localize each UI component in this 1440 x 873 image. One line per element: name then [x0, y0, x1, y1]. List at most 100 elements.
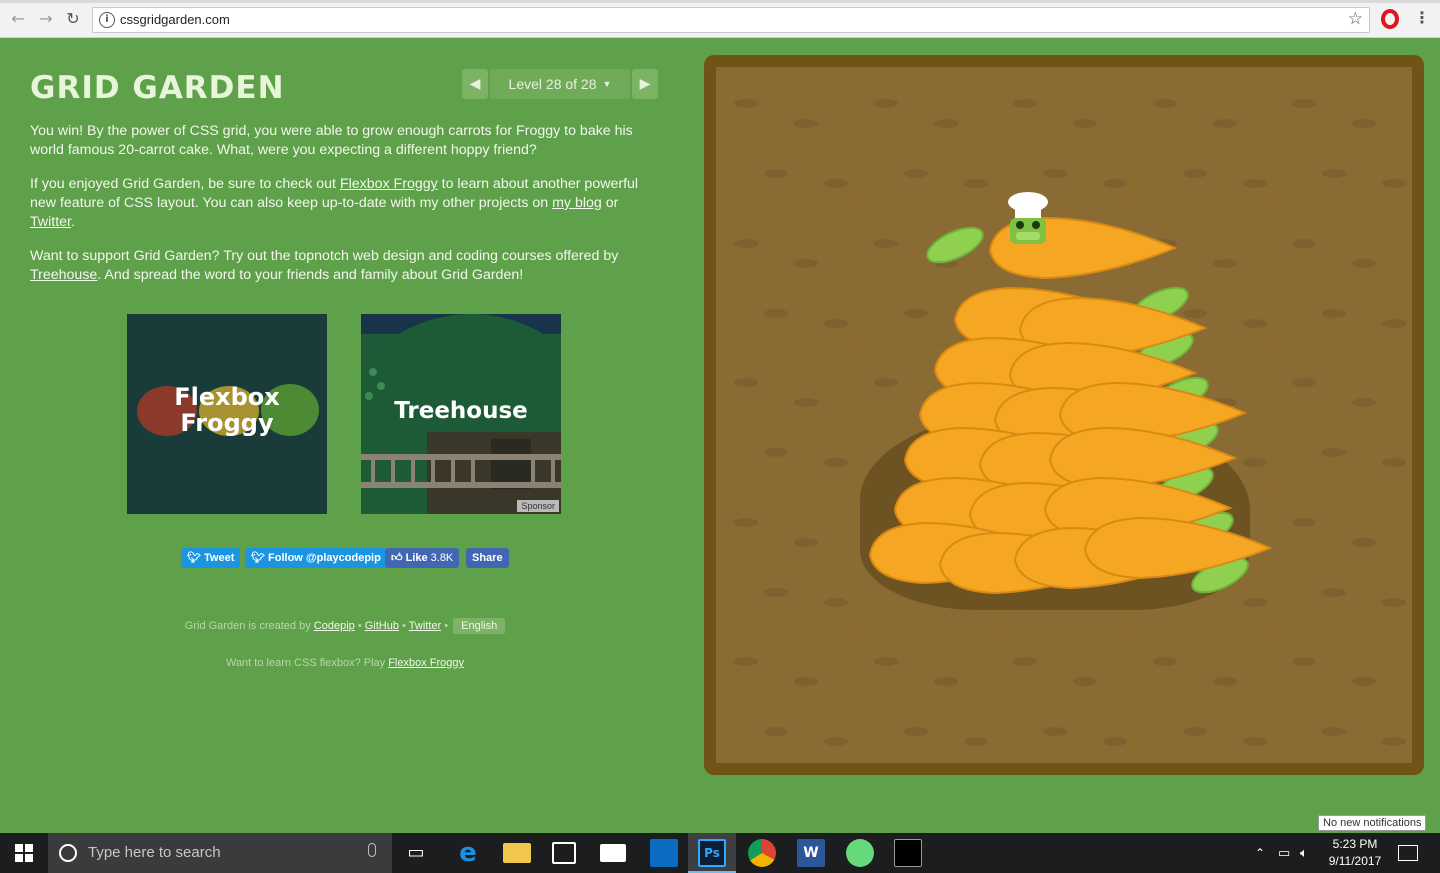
my-blog-link[interactable]: my blog	[552, 195, 602, 211]
flexbox-footer-text: Want to learn CSS flexbox? Play	[225, 657, 389, 669]
search-placeholder: Type here to search	[88, 844, 221, 861]
flexbox-froggy-promo[interactable]: Flexbox Froggy	[127, 314, 327, 514]
word-icon[interactable]: W	[797, 839, 825, 867]
twitter-bird-icon: 🐦︎	[187, 552, 205, 564]
promo-text-or: or	[601, 195, 619, 211]
level-navigation: ◀ Level 28 of 28 ▼ ▶	[462, 69, 658, 99]
separator: •	[441, 620, 452, 632]
garden-cell	[1274, 346, 1412, 484]
garden-cell	[855, 67, 994, 205]
edge-icon[interactable]: e	[454, 839, 482, 867]
taskbar-clock[interactable]: 5:23 PM 9/11/2017	[1320, 836, 1390, 870]
twitter-bird-icon: 🐦︎	[251, 552, 269, 564]
tab-strip	[0, 0, 1440, 3]
sponsor-badge: Sponsor	[517, 500, 559, 512]
language-selector[interactable]: English	[453, 618, 506, 634]
page-title: GRID GARDEN	[30, 70, 285, 106]
previous-level-button[interactable]: ◀	[462, 69, 488, 99]
atom-icon[interactable]	[846, 839, 874, 867]
treehouse-promo-title: Treehouse	[394, 398, 528, 424]
flexbox-footer: Want to learn CSS flexbox? Play Flexbox …	[30, 657, 660, 669]
github-link[interactable]: GitHub	[365, 620, 399, 632]
garden-cell	[855, 625, 994, 763]
support-paragraph: Want to support Grid Garden? Try out the…	[30, 247, 660, 285]
chrome-icon[interactable]	[748, 839, 776, 867]
win-message: You win! By the power of CSS grid, you w…	[30, 123, 633, 158]
volume-icon[interactable]: 🔈︎	[1300, 833, 1318, 873]
garden-cell	[716, 625, 854, 763]
garden-cell	[1274, 206, 1412, 345]
promo-text-end: .	[71, 214, 75, 230]
info-icon[interactable]: i	[99, 12, 115, 28]
codepip-link[interactable]: Codepip	[314, 620, 355, 632]
clock-time: 5:23 PM	[1332, 837, 1378, 851]
garden-cell	[1274, 485, 1412, 624]
mail-icon[interactable]	[600, 844, 626, 862]
support-text-1: Want to support Grid Garden? Try out the…	[30, 248, 619, 264]
level-selector[interactable]: Level 28 of 28 ▼	[490, 69, 630, 99]
tweet-button[interactable]: 🐦︎ Tweet	[181, 548, 241, 568]
like-count: 3.8K	[430, 552, 454, 564]
garden-cell	[995, 625, 1133, 763]
follow-button[interactable]: 🐦︎ Follow @playcodepip	[245, 548, 387, 568]
file-explorer-icon[interactable]	[503, 843, 531, 863]
terminal-icon[interactable]	[894, 839, 922, 867]
like-label: Like	[405, 552, 428, 564]
carrot-pile-illustration	[868, 192, 1273, 595]
photoshop-icon[interactable]: Ps	[698, 839, 726, 867]
facebook-share-button[interactable]: Share	[466, 548, 509, 568]
task-view-icon[interactable]: ▭	[392, 833, 440, 873]
facebook-like-button[interactable]: 👍︎ Like 3.8K	[385, 548, 460, 568]
froggy-line-1: Flexbox	[174, 383, 280, 411]
opera-extension-icon[interactable]	[1381, 9, 1399, 29]
windows-taskbar: Type here to search ▭ e Ps W ⌃ ▭ 🔈︎ 5:23…	[0, 833, 1440, 873]
separator: •	[399, 620, 409, 632]
forward-button[interactable]: →	[36, 9, 56, 29]
garden-cell	[1134, 67, 1273, 205]
promo-text-1: If you enjoyed Grid Garden, be sure to c…	[30, 176, 340, 192]
treehouse-link[interactable]: Treehouse	[30, 267, 97, 283]
carrot-leaf	[926, 226, 984, 264]
back-button[interactable]: ←	[8, 9, 28, 29]
thumbs-up-icon: 👍︎	[391, 552, 406, 564]
store-icon[interactable]	[552, 842, 576, 864]
support-text-2: . And spread the word to your friends an…	[97, 267, 524, 283]
url-text[interactable]: cssgridgarden.com	[120, 12, 230, 27]
garden-cell	[1134, 625, 1273, 763]
caret-down-icon: ▼	[602, 79, 612, 89]
browser-toolbar: ← → ↻ i cssgridgarden.com ☆ ⋮	[0, 0, 1440, 38]
address-bar[interactable]: i cssgridgarden.com ☆	[92, 7, 1370, 33]
credits-text: Grid Garden is created by	[184, 620, 314, 632]
garden-cell	[716, 206, 854, 345]
footer-flexbox-froggy-link[interactable]: Flexbox Froggy	[388, 657, 464, 669]
microphone-icon[interactable]	[368, 843, 376, 857]
garden-cell	[1274, 625, 1412, 763]
reload-button[interactable]: ↻	[63, 9, 83, 29]
outlook-icon[interactable]	[650, 839, 678, 867]
flexbox-froggy-link[interactable]: Flexbox Froggy	[340, 176, 438, 192]
garden-cell	[716, 346, 854, 484]
froggy-line-2: Froggy	[180, 409, 274, 437]
action-center-icon[interactable]	[1398, 845, 1418, 861]
next-level-button[interactable]: ▶	[632, 69, 658, 99]
bookmark-star-icon[interactable]: ☆	[1348, 9, 1363, 29]
windows-start-icon[interactable]	[0, 833, 48, 873]
separator: •	[354, 620, 365, 632]
footer-twitter-link[interactable]: Twitter	[409, 620, 441, 632]
credits-footer: Grid Garden is created by Codepip • GitH…	[30, 618, 660, 634]
network-icon[interactable]: ▭	[1278, 833, 1296, 873]
follow-label: Follow @playcodepip	[268, 552, 381, 564]
froggy-promo-title: Flexbox Froggy	[127, 384, 327, 436]
clock-date: 9/11/2017	[1328, 854, 1382, 868]
garden-cell	[716, 485, 854, 624]
level-label: Level 28 of 28	[508, 76, 597, 92]
garden-cell	[995, 67, 1133, 205]
garden-cell	[1274, 67, 1412, 205]
taskbar-search[interactable]: Type here to search	[48, 833, 392, 873]
promo-paragraph: If you enjoyed Grid Garden, be sure to c…	[30, 175, 660, 232]
notification-tooltip: No new notifications	[1318, 815, 1427, 831]
tray-chevron-icon[interactable]: ⌃	[1255, 833, 1275, 873]
browser-menu-icon[interactable]: ⋮	[1414, 8, 1430, 28]
twitter-link[interactable]: Twitter	[30, 214, 71, 230]
treehouse-promo[interactable]: Treehouse Sponsor	[361, 314, 561, 514]
